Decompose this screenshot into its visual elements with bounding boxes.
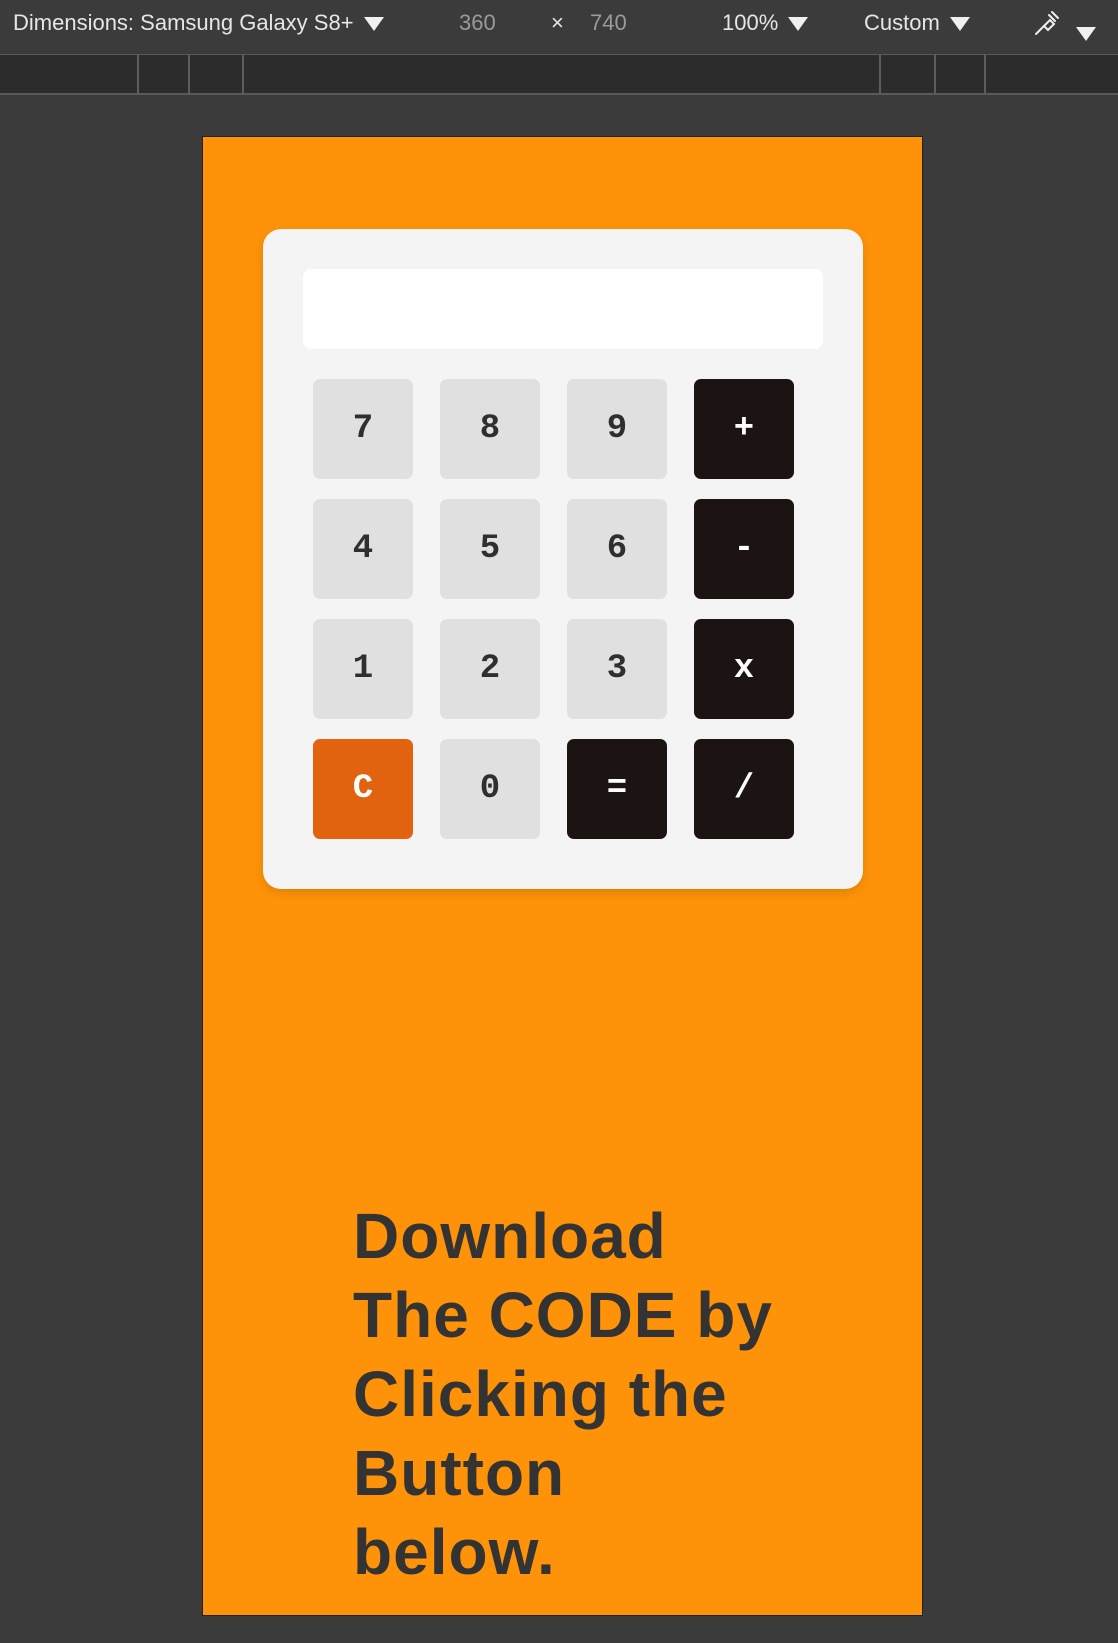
device-viewport: 7 8 9 + 4 5 6 - 1 2 3 x C 0 = / Download…	[202, 136, 923, 1616]
dropdown-arrow-icon	[1076, 27, 1097, 42]
zoom-label: 100%	[722, 10, 779, 35]
device-select[interactable]: Dimensions: Samsung Galaxy S8+	[13, 10, 384, 36]
promo-text: Download The CODE by Clicking the Button…	[353, 1200, 773, 1588]
key-8[interactable]: 8	[440, 379, 540, 479]
dropdown-arrow-icon	[949, 17, 970, 32]
height-input[interactable]: 740	[590, 10, 627, 36]
key-3[interactable]: 3	[567, 619, 667, 719]
key-equals[interactable]: =	[567, 739, 667, 839]
throttle-label: Custom	[864, 10, 940, 35]
eyedropper-button[interactable]	[1030, 6, 1097, 46]
dropdown-arrow-icon	[788, 17, 809, 32]
zoom-select[interactable]: 100%	[722, 10, 809, 36]
key-6[interactable]: 6	[567, 499, 667, 599]
devtools-toolbar: Dimensions: Samsung Galaxy S8+ 360 × 740…	[0, 0, 1118, 55]
key-0[interactable]: 0	[440, 739, 540, 839]
dropdown-arrow-icon	[363, 17, 384, 32]
eyedropper-icon	[1035, 11, 1059, 35]
key-clear[interactable]: C	[313, 739, 413, 839]
key-minus[interactable]: -	[694, 499, 794, 599]
media-query-bar	[0, 55, 1118, 95]
key-4[interactable]: 4	[313, 499, 413, 599]
key-2[interactable]: 2	[440, 619, 540, 719]
throttle-select[interactable]: Custom	[864, 10, 970, 36]
times-icon: ×	[551, 10, 564, 35]
key-1[interactable]: 1	[313, 619, 413, 719]
calculator: 7 8 9 + 4 5 6 - 1 2 3 x C 0 = /	[263, 229, 863, 889]
key-5[interactable]: 5	[440, 499, 540, 599]
key-plus[interactable]: +	[694, 379, 794, 479]
calculator-display[interactable]	[303, 269, 823, 349]
width-input[interactable]: 360	[459, 10, 496, 36]
key-7[interactable]: 7	[313, 379, 413, 479]
key-divide[interactable]: /	[694, 739, 794, 839]
device-label: Dimensions: Samsung Galaxy S8+	[13, 10, 354, 35]
key-multiply[interactable]: x	[694, 619, 794, 719]
key-9[interactable]: 9	[567, 379, 667, 479]
calculator-keypad: 7 8 9 + 4 5 6 - 1 2 3 x C 0 = /	[313, 379, 795, 861]
